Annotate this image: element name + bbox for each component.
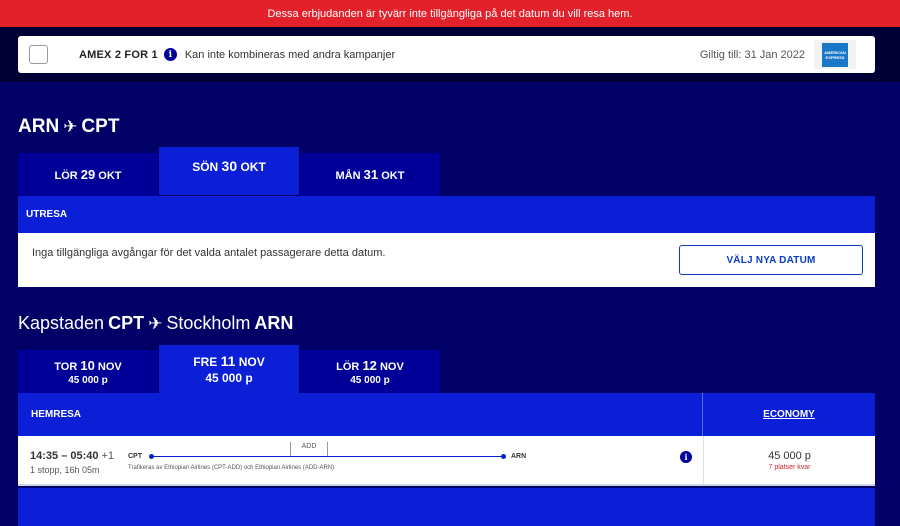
- tab-weekday: LÖR: [336, 360, 360, 373]
- tab-month: NOV: [238, 355, 265, 369]
- route-line: [151, 456, 503, 457]
- destination-dot: [501, 454, 506, 459]
- flight-row[interactable]: 14:35 – 05:40 +1 1 stopp, 16h 05m CPT ADD…: [18, 436, 875, 486]
- flight-origin: CPT: [128, 453, 142, 460]
- return-from-code: CPT: [108, 313, 145, 333]
- tab-weekday: FRE: [193, 355, 218, 369]
- tab-price: 45 000 p: [205, 371, 253, 385]
- outbound-date-tab-selected[interactable]: SÖN 30 OKT: [159, 147, 299, 195]
- promo-description: Kan inte kombineras med andra kampanjer: [184, 48, 396, 61]
- outbound-route-title: ARN ✈ CPT: [18, 116, 119, 138]
- outbound-date-tab[interactable]: LÖR 29 OKT: [18, 153, 158, 196]
- operated-by: Trafikeras av Ethiopian Airlines (CPT-AD…: [128, 465, 335, 471]
- flight-destination: ARN: [511, 453, 527, 460]
- tab-weekday: TOR: [54, 360, 78, 373]
- plane-icon: ✈: [63, 117, 78, 137]
- return-date-tab[interactable]: TOR 10 NOV 45 000 p: [18, 350, 158, 393]
- origin-dot: [149, 454, 154, 459]
- flight-price: 45 000 p: [768, 449, 811, 462]
- tab-month: NOV: [97, 360, 122, 373]
- economy-cabin-link[interactable]: ECONOMY: [702, 393, 875, 436]
- return-date-tab-selected[interactable]: FRE 11 NOV 45 000 p: [159, 345, 299, 393]
- tab-day: 30: [221, 158, 238, 174]
- promo-title: AMEX 2 FOR 1: [79, 48, 158, 61]
- outbound-date-tabs: LÖR 29 OKT SÖN 30 OKT MÅN 31 OKT: [18, 147, 440, 196]
- tab-price: 45 000 p: [350, 374, 390, 386]
- return-section-label: HEMRESA: [31, 409, 82, 420]
- return-route-title: Kapstaden CPT ✈ Stockholm ARN: [18, 313, 293, 334]
- tab-month: OKT: [381, 170, 405, 182]
- return-date-tab[interactable]: LÖR 12 NOV 45 000 p: [300, 350, 440, 393]
- promo-card: AMEX 2 FOR 1 i Kan inte kombineras med a…: [18, 36, 875, 73]
- outbound-section-header: UTRESA: [18, 196, 875, 233]
- outbound-to: CPT: [81, 116, 120, 137]
- tab-month: NOV: [379, 360, 404, 373]
- promo-checkbox[interactable]: [29, 45, 48, 64]
- unavailable-offer-banner: Dessa erbjudanden är tyvärr inte tillgän…: [0, 0, 900, 27]
- return-section-header: HEMRESA ECONOMY: [18, 393, 875, 436]
- banner-text: Dessa erbjudanden är tyvärr inte tillgän…: [267, 7, 633, 20]
- flight-stops: 1 stopp, 16h 05m: [30, 465, 100, 475]
- outbound-section-label: UTRESA: [26, 209, 68, 220]
- seats-left: 7 platser kvar: [768, 463, 811, 471]
- tab-day: 31: [363, 167, 379, 182]
- tab-day: 10: [80, 357, 95, 373]
- return-from-city: Kapstaden: [18, 313, 105, 333]
- outbound-from: ARN: [18, 116, 60, 137]
- return-to-city: Stockholm: [166, 313, 251, 333]
- flight-times: 14:35 – 05:40 +1: [30, 450, 114, 462]
- outbound-date-tab[interactable]: MÅN 31 OKT: [300, 153, 440, 196]
- day-offset: +1: [101, 450, 115, 462]
- amex-logo-text: AMERICAN EXPRESS: [822, 42, 848, 67]
- next-section-bar: [18, 488, 875, 526]
- tab-month: OKT: [98, 170, 122, 182]
- amex-logo: AMERICAN EXPRESS: [814, 40, 856, 69]
- info-icon[interactable]: i: [680, 451, 692, 463]
- tab-day: 11: [220, 353, 236, 369]
- tab-weekday: MÅN: [335, 170, 361, 182]
- economy-price-cell[interactable]: 45 000 p 7 platser kvar: [703, 436, 875, 484]
- stopover-airport: ADD: [290, 442, 328, 456]
- tab-price: 45 000 p: [68, 374, 108, 386]
- tab-month: OKT: [240, 160, 266, 174]
- tab-day: 12: [362, 357, 377, 373]
- return-date-tabs: TOR 10 NOV 45 000 p FRE 11 NOV 45 000 p …: [18, 345, 440, 393]
- tab-day: 29: [80, 167, 96, 182]
- return-to-code: ARN: [254, 313, 294, 333]
- info-icon[interactable]: i: [163, 48, 177, 61]
- choose-new-dates-button[interactable]: VÄLJ NYA DATUM: [679, 245, 863, 275]
- no-flights-panel: Inga tillgängliga avgångar för det valda…: [18, 233, 875, 287]
- flight-time-range: 14:35 – 05:40: [30, 450, 99, 462]
- tab-weekday: SÖN: [192, 160, 219, 174]
- plane-icon: ✈: [148, 313, 163, 334]
- promo-valid-until: Giltig till: 31 Jan 2022: [699, 48, 805, 61]
- tab-weekday: LÖR: [54, 170, 78, 182]
- no-flights-message: Inga tillgängliga avgångar för det valda…: [32, 247, 386, 259]
